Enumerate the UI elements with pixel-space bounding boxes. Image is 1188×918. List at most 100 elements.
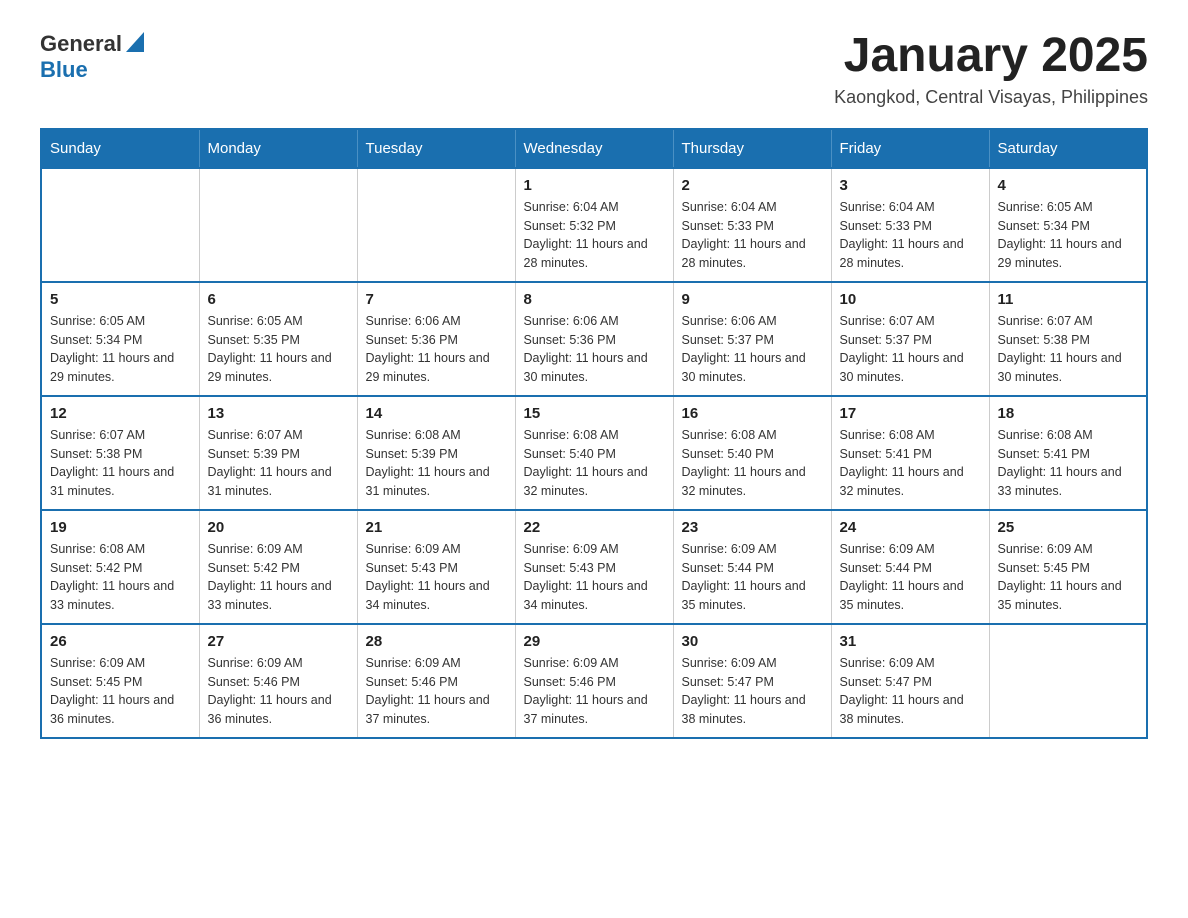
day-number: 10 xyxy=(840,291,981,308)
calendar-day-cell: 17 Sunrise: 6:08 AMSunset: 5:41 PMDayligh… xyxy=(831,396,989,510)
calendar-day-cell: 16 Sunrise: 6:08 AMSunset: 5:40 PMDayligh… xyxy=(673,396,831,510)
calendar-week-row: 19Sunrise: 6:08 AMSunset: 5:42 PMDayligh… xyxy=(41,510,1147,624)
day-info: Sunrise: 6:08 AMSunset: 5:39 PMDaylight:… xyxy=(366,426,507,501)
day-number: 28 xyxy=(366,633,507,650)
weekday-header-thursday: Thursday xyxy=(673,129,831,168)
calendar-week-row: 12 Sunrise: 6:07 AMSunset: 5:38 PMDayligh… xyxy=(41,396,1147,510)
day-info: Sunrise: 6:04 AMSunset: 5:33 PMDaylight:… xyxy=(682,198,823,273)
day-info: Sunrise: 6:06 AMSunset: 5:36 PMDaylight:… xyxy=(366,312,507,387)
calendar-week-row: 1 Sunrise: 6:04 AMSunset: 5:32 PMDaylight… xyxy=(41,168,1147,282)
calendar-day-cell: 31 Sunrise: 6:09 AMSunset: 5:47 PMDayligh… xyxy=(831,624,989,738)
calendar-day-cell: 25 Sunrise: 6:09 AMSunset: 5:45 PMDayligh… xyxy=(989,510,1147,624)
day-number: 27 xyxy=(208,633,349,650)
day-number: 1 xyxy=(524,177,665,194)
logo-general: General xyxy=(40,31,122,57)
location-subtitle: Kaongkod, Central Visayas, Philippines xyxy=(834,87,1148,108)
day-info: Sunrise: 6:07 AMSunset: 5:38 PMDaylight:… xyxy=(50,426,191,501)
day-info: Sunrise: 6:09 AMSunset: 5:45 PMDaylight:… xyxy=(998,540,1139,615)
day-number: 12 xyxy=(50,405,191,422)
day-info: Sunrise: 6:09 AMSunset: 5:43 PMDaylight:… xyxy=(524,540,665,615)
calendar-day-cell: 9 Sunrise: 6:06 AMSunset: 5:37 PMDaylight… xyxy=(673,282,831,396)
calendar-day-cell: 3Sunrise: 6:04 AMSunset: 5:33 PMDaylight… xyxy=(831,168,989,282)
day-number: 9 xyxy=(682,291,823,308)
calendar-day-cell: 29 Sunrise: 6:09 AMSunset: 5:46 PMDayligh… xyxy=(515,624,673,738)
day-number: 22 xyxy=(524,519,665,536)
day-number: 31 xyxy=(840,633,981,650)
weekday-header-sunday: Sunday xyxy=(41,129,199,168)
day-number: 8 xyxy=(524,291,665,308)
day-number: 29 xyxy=(524,633,665,650)
calendar-day-cell: 12 Sunrise: 6:07 AMSunset: 5:38 PMDayligh… xyxy=(41,396,199,510)
calendar-day-cell xyxy=(41,168,199,282)
calendar-day-cell: 24 Sunrise: 6:09 AMSunset: 5:44 PMDayligh… xyxy=(831,510,989,624)
day-number: 20 xyxy=(208,519,349,536)
day-number: 4 xyxy=(998,177,1139,194)
day-info: Sunrise: 6:09 AMSunset: 5:45 PMDaylight:… xyxy=(50,654,191,729)
month-title: January 2025 xyxy=(834,30,1148,83)
day-number: 16 xyxy=(682,405,823,422)
day-info: Sunrise: 6:08 AMSunset: 5:41 PMDaylight:… xyxy=(840,426,981,501)
day-info: Sunrise: 6:09 AMSunset: 5:44 PMDaylight:… xyxy=(682,540,823,615)
calendar-day-cell xyxy=(357,168,515,282)
day-info: Sunrise: 6:09 AMSunset: 5:47 PMDaylight:… xyxy=(840,654,981,729)
day-number: 6 xyxy=(208,291,349,308)
weekday-header-row: SundayMondayTuesdayWednesdayThursdayFrid… xyxy=(41,129,1147,168)
logo-blue: Blue xyxy=(40,57,88,82)
day-info: Sunrise: 6:04 AMSunset: 5:33 PMDaylight:… xyxy=(840,198,981,273)
day-number: 2 xyxy=(682,177,823,194)
calendar-day-cell: 20 Sunrise: 6:09 AMSunset: 5:42 PMDayligh… xyxy=(199,510,357,624)
weekday-header-saturday: Saturday xyxy=(989,129,1147,168)
calendar-week-row: 26 Sunrise: 6:09 AMSunset: 5:45 PMDayligh… xyxy=(41,624,1147,738)
day-info: Sunrise: 6:09 AMSunset: 5:46 PMDaylight:… xyxy=(524,654,665,729)
day-number: 24 xyxy=(840,519,981,536)
calendar-day-cell: 8 Sunrise: 6:06 AMSunset: 5:36 PMDaylight… xyxy=(515,282,673,396)
calendar-day-cell: 10Sunrise: 6:07 AMSunset: 5:37 PMDayligh… xyxy=(831,282,989,396)
day-info: Sunrise: 6:07 AMSunset: 5:38 PMDaylight:… xyxy=(998,312,1139,387)
day-number: 25 xyxy=(998,519,1139,536)
calendar-day-cell: 2 Sunrise: 6:04 AMSunset: 5:33 PMDaylight… xyxy=(673,168,831,282)
weekday-header-wednesday: Wednesday xyxy=(515,129,673,168)
calendar-day-cell xyxy=(989,624,1147,738)
day-info: Sunrise: 6:05 AMSunset: 5:34 PMDaylight:… xyxy=(50,312,191,387)
day-info: Sunrise: 6:04 AMSunset: 5:32 PMDaylight:… xyxy=(524,198,665,273)
logo-triangle-icon xyxy=(126,32,144,57)
calendar-day-cell xyxy=(199,168,357,282)
day-info: Sunrise: 6:09 AMSunset: 5:47 PMDaylight:… xyxy=(682,654,823,729)
calendar-day-cell: 19Sunrise: 6:08 AMSunset: 5:42 PMDayligh… xyxy=(41,510,199,624)
calendar-day-cell: 11 Sunrise: 6:07 AMSunset: 5:38 PMDayligh… xyxy=(989,282,1147,396)
day-info: Sunrise: 6:09 AMSunset: 5:46 PMDaylight:… xyxy=(366,654,507,729)
day-info: Sunrise: 6:09 AMSunset: 5:43 PMDaylight:… xyxy=(366,540,507,615)
calendar-table: SundayMondayTuesdayWednesdayThursdayFrid… xyxy=(40,128,1148,739)
calendar-week-row: 5 Sunrise: 6:05 AMSunset: 5:34 PMDaylight… xyxy=(41,282,1147,396)
weekday-header-friday: Friday xyxy=(831,129,989,168)
calendar-day-cell: 30 Sunrise: 6:09 AMSunset: 5:47 PMDayligh… xyxy=(673,624,831,738)
day-number: 14 xyxy=(366,405,507,422)
day-number: 17 xyxy=(840,405,981,422)
calendar-day-cell: 28 Sunrise: 6:09 AMSunset: 5:46 PMDayligh… xyxy=(357,624,515,738)
day-number: 11 xyxy=(998,291,1139,308)
day-info: Sunrise: 6:09 AMSunset: 5:42 PMDaylight:… xyxy=(208,540,349,615)
calendar-day-cell: 27Sunrise: 6:09 AMSunset: 5:46 PMDayligh… xyxy=(199,624,357,738)
day-info: Sunrise: 6:08 AMSunset: 5:40 PMDaylight:… xyxy=(682,426,823,501)
day-number: 5 xyxy=(50,291,191,308)
day-number: 15 xyxy=(524,405,665,422)
day-number: 21 xyxy=(366,519,507,536)
day-number: 26 xyxy=(50,633,191,650)
calendar-day-cell: 15Sunrise: 6:08 AMSunset: 5:40 PMDayligh… xyxy=(515,396,673,510)
day-info: Sunrise: 6:08 AMSunset: 5:41 PMDaylight:… xyxy=(998,426,1139,501)
day-number: 30 xyxy=(682,633,823,650)
title-section: January 2025 Kaongkod, Central Visayas, … xyxy=(834,30,1148,108)
day-number: 18 xyxy=(998,405,1139,422)
day-info: Sunrise: 6:06 AMSunset: 5:36 PMDaylight:… xyxy=(524,312,665,387)
calendar-day-cell: 18 Sunrise: 6:08 AMSunset: 5:41 PMDayligh… xyxy=(989,396,1147,510)
calendar-day-cell: 6Sunrise: 6:05 AMSunset: 5:35 PMDaylight… xyxy=(199,282,357,396)
day-number: 13 xyxy=(208,405,349,422)
weekday-header-monday: Monday xyxy=(199,129,357,168)
calendar-day-cell: 1 Sunrise: 6:04 AMSunset: 5:32 PMDaylight… xyxy=(515,168,673,282)
day-number: 7 xyxy=(366,291,507,308)
day-info: Sunrise: 6:09 AMSunset: 5:44 PMDaylight:… xyxy=(840,540,981,615)
calendar-day-cell: 21 Sunrise: 6:09 AMSunset: 5:43 PMDayligh… xyxy=(357,510,515,624)
day-number: 19 xyxy=(50,519,191,536)
day-info: Sunrise: 6:06 AMSunset: 5:37 PMDaylight:… xyxy=(682,312,823,387)
calendar-day-cell: 23Sunrise: 6:09 AMSunset: 5:44 PMDayligh… xyxy=(673,510,831,624)
